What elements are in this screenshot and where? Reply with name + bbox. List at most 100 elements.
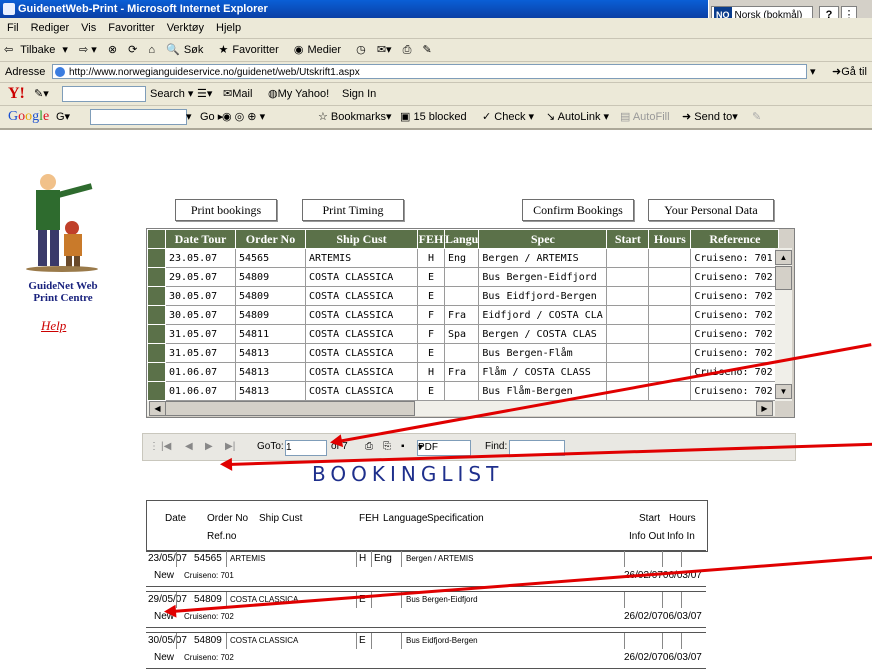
menu-item[interactable]: Vis: [81, 22, 96, 34]
grid-cell[interactable]: 01.06.07: [165, 381, 236, 401]
go-button[interactable]: ➜Gå til: [832, 62, 867, 82]
my-yahoo-button[interactable]: ◍My Yahoo!: [268, 83, 329, 105]
grid-cell[interactable]: H: [417, 362, 445, 382]
mail-icon[interactable]: ✉▾: [377, 44, 392, 56]
grid-cell[interactable]: Fra: [443, 362, 480, 382]
grid-cell[interactable]: Fra: [443, 305, 480, 325]
menu-item[interactable]: Favoritter: [108, 22, 154, 34]
grid-row[interactable]: 30.05.07 54809 COSTA CLASSICA E Bus Eidfjord…: [147, 286, 780, 306]
grid-cell[interactable]: [606, 362, 650, 382]
grid-row[interactable]: 23.05.07 54565 ARTEMIS H Eng Bergen / ARTEMIS…: [147, 248, 780, 268]
grid-row[interactable]: 01.06.07 54813 COSTA CLASSICA E Bus Flåm-Ber…: [147, 381, 780, 401]
grid-cell[interactable]: [443, 267, 480, 287]
scroll-thumb[interactable]: [775, 266, 792, 290]
grid-cell[interactable]: F: [417, 324, 445, 344]
grid-cell[interactable]: 30.05.07: [165, 286, 236, 306]
grid-cell[interactable]: Cruiseno: 702: [690, 305, 780, 325]
grid-cell[interactable]: [648, 286, 692, 306]
yahoo-mail-button[interactable]: ✉Mail: [223, 83, 252, 105]
grid-cell[interactable]: ARTEMIS: [305, 248, 418, 268]
grid-column-header[interactable]: Langu: [443, 229, 480, 249]
grid-cell[interactable]: COSTA CLASSICA: [305, 324, 418, 344]
autofill-button[interactable]: ▤ AutoFill: [620, 106, 670, 128]
grid-cell[interactable]: 54809: [235, 305, 306, 325]
grid-cell[interactable]: COSTA CLASSICA: [305, 343, 418, 363]
vertical-scrollbar[interactable]: ▲ ▼: [775, 248, 792, 401]
grid-cell[interactable]: H: [417, 248, 445, 268]
grid-cell[interactable]: [648, 305, 692, 325]
grid-row[interactable]: 30.05.07 54809 COSTA CLASSICA F Fra Eidfjord …: [147, 305, 780, 325]
grid-cell[interactable]: [606, 286, 650, 306]
grid-cell[interactable]: 54809: [235, 286, 306, 306]
grid-cell[interactable]: [443, 343, 480, 363]
help-link[interactable]: Help: [41, 318, 66, 334]
grid-cell[interactable]: 01.06.07: [165, 362, 236, 382]
grid-cell[interactable]: 54809: [235, 267, 306, 287]
grid-column-header[interactable]: Ship Cust: [305, 229, 418, 249]
scroll-left-icon[interactable]: ◀: [149, 401, 166, 416]
grid-column-header[interactable]: FEH: [417, 229, 445, 249]
yahoo-search-input[interactable]: [62, 86, 146, 102]
row-selector[interactable]: [147, 305, 166, 325]
pencil-icon[interactable]: ✎▾: [34, 83, 49, 105]
grid-cell[interactable]: COSTA CLASSICA: [305, 286, 418, 306]
grid-cell[interactable]: 31.05.07: [165, 324, 236, 344]
grid-cell[interactable]: Cruiseno: 702: [690, 286, 780, 306]
grid-cell[interactable]: 31.05.07: [165, 343, 236, 363]
first-page-icon[interactable]: |◀: [161, 434, 171, 460]
export-format-select[interactable]: PDF ▾: [417, 440, 471, 456]
grid-cell[interactable]: E: [417, 381, 445, 401]
grid-column-header[interactable]: Hours: [648, 229, 692, 249]
grid-cell[interactable]: Bus Eidfjord-Bergen: [478, 286, 608, 306]
media-button[interactable]: ◉ Medier: [294, 44, 345, 56]
yahoo-sign-in-button[interactable]: Sign In: [342, 83, 376, 105]
grid-cell[interactable]: [606, 343, 650, 363]
grid-cell[interactable]: E: [417, 286, 445, 306]
horizontal-scrollbar[interactable]: ◀ ▶: [147, 401, 775, 416]
history-icon[interactable]: ◷: [356, 44, 366, 56]
yahoo-logo-icon[interactable]: Y!: [8, 83, 25, 105]
grid-row[interactable]: 29.05.07 54809 COSTA CLASSICA E Bus Bergen-E…: [147, 267, 780, 287]
grid-cell[interactable]: Cruiseno: 702: [690, 381, 780, 401]
grid-cell[interactable]: Cruiseno: 702: [690, 343, 780, 363]
grid-cell[interactable]: COSTA CLASSICA: [305, 381, 418, 401]
grid-row[interactable]: 31.05.07 54811 COSTA CLASSICA F Spa Bergen / …: [147, 324, 780, 344]
home-icon[interactable]: ⌂: [148, 44, 155, 56]
grid-cell[interactable]: Bus Bergen-Flåm: [478, 343, 608, 363]
stop-icon[interactable]: ⊗: [108, 44, 117, 56]
address-input[interactable]: http://www.norwegianguideservice.no/guid…: [52, 64, 807, 79]
yahoo-search-button[interactable]: Search ▾: [150, 83, 193, 105]
yahoo-menu-icon[interactable]: ☰▾: [197, 83, 212, 105]
menu-item[interactable]: Rediger: [31, 22, 70, 34]
save-icon[interactable]: ▪: [401, 434, 405, 460]
grid-cell[interactable]: Cruiseno: 702: [690, 267, 780, 287]
personal-data-button[interactable]: Your Personal Data: [648, 199, 774, 221]
grid-cell[interactable]: [443, 381, 480, 401]
grid-column-header[interactable]: Start: [606, 229, 650, 249]
google-search-dropdown-icon[interactable]: ▾: [186, 106, 192, 128]
grid-cell[interactable]: 54813: [235, 362, 306, 382]
scroll-up-icon[interactable]: ▲: [775, 250, 792, 265]
row-selector[interactable]: [147, 324, 166, 344]
last-page-icon[interactable]: ▶|: [225, 434, 235, 460]
row-selector[interactable]: [147, 362, 166, 382]
highlight-icon[interactable]: ✎: [752, 106, 761, 128]
export-icon[interactable]: ⎘: [383, 434, 391, 460]
grid-cell[interactable]: Cruiseno: 702: [690, 362, 780, 382]
grid-cell[interactable]: [606, 305, 650, 325]
menu-item[interactable]: Fil: [7, 22, 19, 34]
grid-cell[interactable]: Bergen / ARTEMIS: [478, 248, 608, 268]
row-selector[interactable]: [147, 248, 166, 268]
print-timing-button[interactable]: Print Timing: [302, 199, 404, 221]
google-extras-icon[interactable]: ◉ ◎ ⊕ ▾: [222, 106, 265, 128]
grid-cell[interactable]: 54811: [235, 324, 306, 344]
grid-cell[interactable]: [606, 267, 650, 287]
prev-page-icon[interactable]: ◀: [185, 434, 193, 460]
google-search-input[interactable]: [90, 109, 187, 125]
address-dropdown-icon[interactable]: ▾: [810, 62, 816, 82]
grid-cell[interactable]: Cruiseno: 701: [690, 248, 780, 268]
grid-cell[interactable]: [648, 324, 692, 344]
confirm-bookings-button[interactable]: Confirm Bookings: [522, 199, 634, 221]
grid-cell[interactable]: 23.05.07: [165, 248, 236, 268]
grid-cell[interactable]: COSTA CLASSICA: [305, 305, 418, 325]
